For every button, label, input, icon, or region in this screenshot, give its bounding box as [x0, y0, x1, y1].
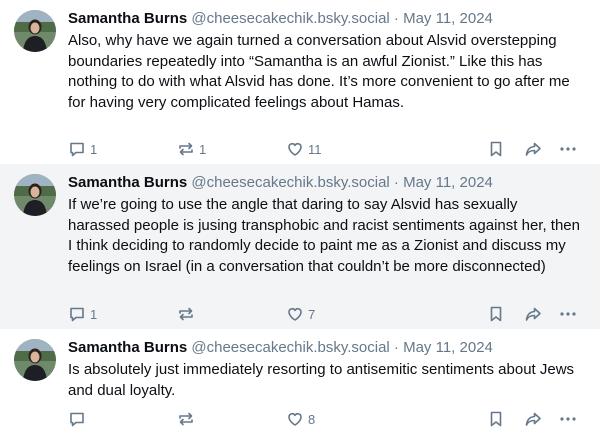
post-actions: 8 [68, 409, 590, 429]
bookmark-button[interactable] [487, 409, 505, 429]
share-arrow-icon [525, 307, 541, 321]
avatar[interactable] [14, 174, 56, 216]
bookmark-button[interactable] [487, 139, 505, 159]
bookmark-icon [490, 411, 502, 427]
speech-bubble-icon [70, 307, 84, 322]
post-date[interactable]: May 11, 2024 [403, 339, 493, 356]
post-header: Samantha Burns @cheesecakechik.bsky.soci… [68, 174, 590, 192]
reply-button[interactable] [68, 409, 90, 429]
post-actions: 1 1 11 [68, 139, 590, 159]
post[interactable]: Samantha Burns @cheesecakechik.bsky.soci… [0, 0, 600, 164]
reply-button[interactable]: 1 [68, 139, 97, 159]
post-date[interactable]: May 11, 2024 [403, 10, 493, 27]
share-button[interactable] [524, 139, 542, 159]
author-name[interactable]: Samantha Burns [68, 339, 187, 356]
repost-button[interactable] [177, 409, 199, 429]
post-date[interactable]: May 11, 2024 [403, 174, 493, 191]
separator-dot: · [393, 339, 399, 356]
post-header: Samantha Burns @cheesecakechik.bsky.soci… [68, 339, 590, 357]
author-handle[interactable]: @cheesecakechik.bsky.social [191, 339, 389, 356]
separator-dot: · [393, 174, 399, 191]
post-text: If we’re going to use the angle that dar… [68, 196, 580, 275]
author-handle[interactable]: @cheesecakechik.bsky.social [191, 174, 389, 191]
more-dots-icon [560, 147, 576, 151]
speech-bubble-icon [70, 412, 84, 427]
post-feed: Samantha Burns @cheesecakechik.bsky.soci… [0, 0, 600, 441]
share-arrow-icon [525, 412, 541, 426]
more-dots-icon [560, 417, 576, 421]
like-count: 8 [308, 411, 316, 427]
post[interactable]: Samantha Burns @cheesecakechik.bsky.soci… [0, 164, 600, 329]
share-arrow-icon [525, 142, 541, 156]
bookmark-button[interactable] [487, 304, 505, 324]
share-button[interactable] [524, 409, 542, 429]
bookmark-icon [490, 141, 502, 157]
reply-button[interactable]: 1 [68, 304, 97, 324]
more-dots-icon [560, 312, 576, 316]
like-button[interactable]: 7 [286, 304, 315, 324]
repost-arrows-icon [179, 412, 193, 426]
reply-count: 1 [90, 141, 98, 157]
heart-icon [288, 143, 302, 156]
avatar[interactable] [14, 339, 56, 381]
like-button[interactable]: 11 [286, 139, 322, 159]
avatar[interactable] [14, 10, 56, 52]
repost-count: 1 [199, 141, 207, 157]
more-options-button[interactable] [559, 304, 577, 324]
more-options-button[interactable] [559, 409, 577, 429]
post-text: Is absolutely just immediately resorting… [68, 361, 575, 399]
post-text: Also, why have we again turned a convers… [68, 32, 570, 111]
like-count: 7 [308, 306, 316, 322]
reply-count: 1 [90, 306, 98, 322]
more-options-button[interactable] [559, 139, 577, 159]
post[interactable]: Samantha Burns @cheesecakechik.bsky.soci… [0, 329, 600, 441]
author-name[interactable]: Samantha Burns [68, 174, 187, 191]
repost-arrows-icon [179, 307, 193, 321]
separator-dot: · [393, 10, 399, 27]
author-handle[interactable]: @cheesecakechik.bsky.social [191, 10, 389, 27]
like-button[interactable]: 8 [286, 409, 315, 429]
bookmark-icon [490, 306, 502, 322]
post-actions: 1 7 [68, 304, 590, 324]
author-name[interactable]: Samantha Burns [68, 10, 187, 27]
speech-bubble-icon [70, 142, 84, 157]
repost-arrows-icon [179, 142, 193, 156]
heart-icon [288, 413, 302, 426]
post-header: Samantha Burns @cheesecakechik.bsky.soci… [68, 10, 590, 28]
like-count: 11 [308, 141, 322, 157]
repost-button[interactable]: 1 [177, 139, 206, 159]
share-button[interactable] [524, 304, 542, 324]
repost-button[interactable] [177, 304, 199, 324]
heart-icon [288, 308, 302, 321]
